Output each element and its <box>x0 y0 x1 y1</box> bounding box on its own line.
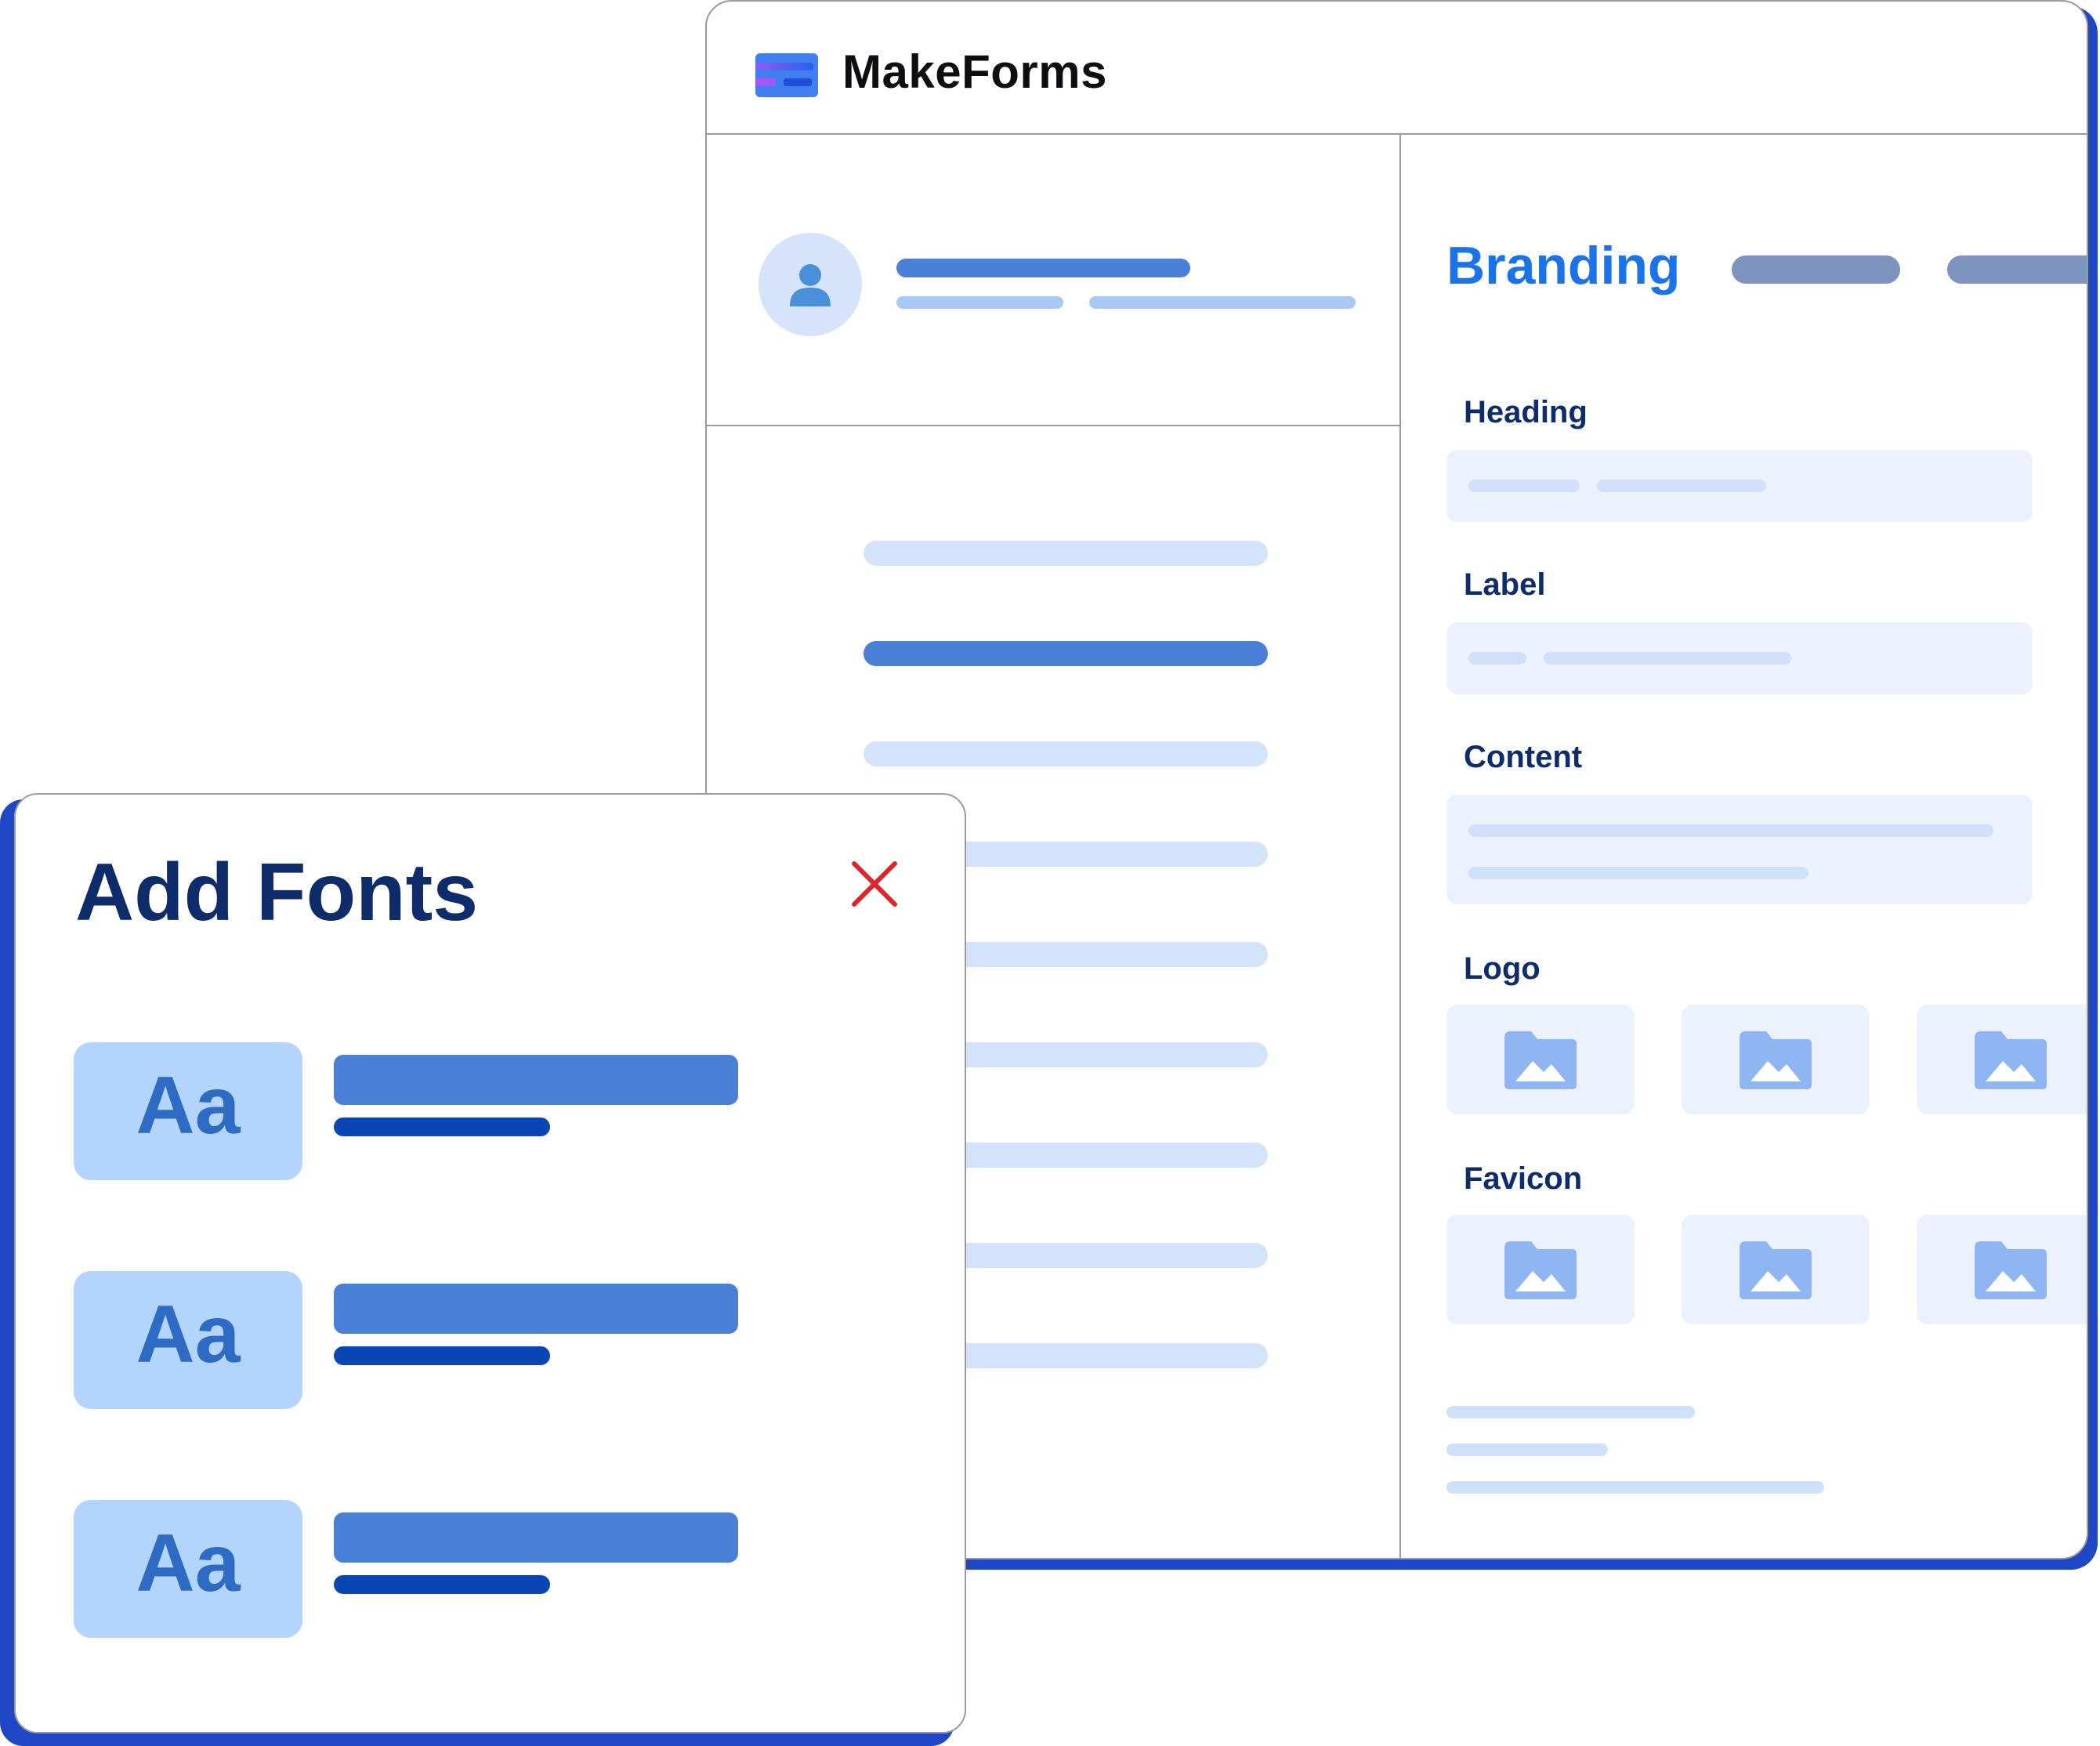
heading-field[interactable] <box>1446 450 2033 522</box>
field-placeholder <box>1468 824 1993 837</box>
image-folder-icon <box>1975 1031 2047 1089</box>
font-sample-tile[interactable]: Aa <box>74 1500 302 1638</box>
font-meta-placeholder <box>334 1575 550 1594</box>
column-divider <box>1399 135 1401 1558</box>
menu-item-active[interactable] <box>864 641 1268 666</box>
image-folder-icon <box>1740 1031 1812 1089</box>
logo-upload-tile[interactable] <box>1917 1005 2087 1114</box>
footer-placeholder <box>1446 1444 1608 1456</box>
favicon-label: Favicon <box>1464 1161 1583 1196</box>
font-sample-tile[interactable]: Aa <box>74 1271 302 1409</box>
heading-label: Heading <box>1464 395 1588 429</box>
logo-upload-tile[interactable] <box>1682 1005 1870 1114</box>
font-name-placeholder <box>334 1512 738 1563</box>
profile-meta-placeholder <box>896 296 1063 309</box>
field-placeholder <box>1468 652 1526 665</box>
menu-item[interactable] <box>864 741 1268 766</box>
font-sample: Aa <box>136 1060 241 1151</box>
content-field[interactable] <box>1446 795 2033 904</box>
field-placeholder <box>1597 480 1766 492</box>
logo-upload-tile[interactable] <box>1446 1005 1635 1114</box>
font-meta-placeholder <box>334 1118 550 1136</box>
footer-placeholder <box>1446 1481 1824 1494</box>
favicon-upload-tile[interactable] <box>1917 1215 2087 1324</box>
label-label: Label <box>1464 567 1546 602</box>
image-folder-icon <box>1740 1241 1812 1299</box>
field-placeholder <box>1468 480 1580 492</box>
add-fonts-panel: Add Fonts Aa Aa Aa <box>14 793 966 1733</box>
add-fonts-title: Add Fonts <box>75 847 479 938</box>
logo-label: Logo <box>1464 951 1541 986</box>
favicon-upload-tile[interactable] <box>1446 1215 1635 1324</box>
font-sample: Aa <box>136 1289 241 1380</box>
favicon-upload-tile[interactable] <box>1682 1215 1870 1324</box>
image-folder-icon <box>1975 1241 2047 1299</box>
profile-divider <box>707 425 1399 426</box>
image-folder-icon <box>1504 1241 1577 1299</box>
profile-meta-placeholder <box>1089 296 1356 309</box>
font-sample: Aa <box>136 1518 241 1609</box>
content-label: Content <box>1464 740 1583 774</box>
avatar[interactable] <box>759 233 862 336</box>
font-meta-placeholder <box>334 1346 550 1365</box>
profile-name-placeholder <box>896 259 1190 277</box>
font-name-placeholder <box>334 1055 738 1105</box>
footer-placeholder <box>1446 1406 1695 1418</box>
field-placeholder <box>1468 867 1809 879</box>
close-icon[interactable] <box>849 859 900 909</box>
tab-placeholder[interactable] <box>1732 255 1900 284</box>
header-divider <box>707 133 2087 135</box>
image-folder-icon <box>1504 1031 1577 1089</box>
menu-item[interactable] <box>864 541 1268 566</box>
app-title: MakeForms <box>842 45 1107 98</box>
field-placeholder <box>1544 652 1791 665</box>
font-name-placeholder <box>334 1284 738 1334</box>
font-sample-tile[interactable]: Aa <box>74 1042 302 1180</box>
tab-placeholder[interactable] <box>1947 255 2087 284</box>
branding-title: Branding <box>1446 236 1681 295</box>
label-field[interactable] <box>1446 622 2033 694</box>
user-icon <box>790 264 831 306</box>
app-logo-icon <box>755 53 818 97</box>
